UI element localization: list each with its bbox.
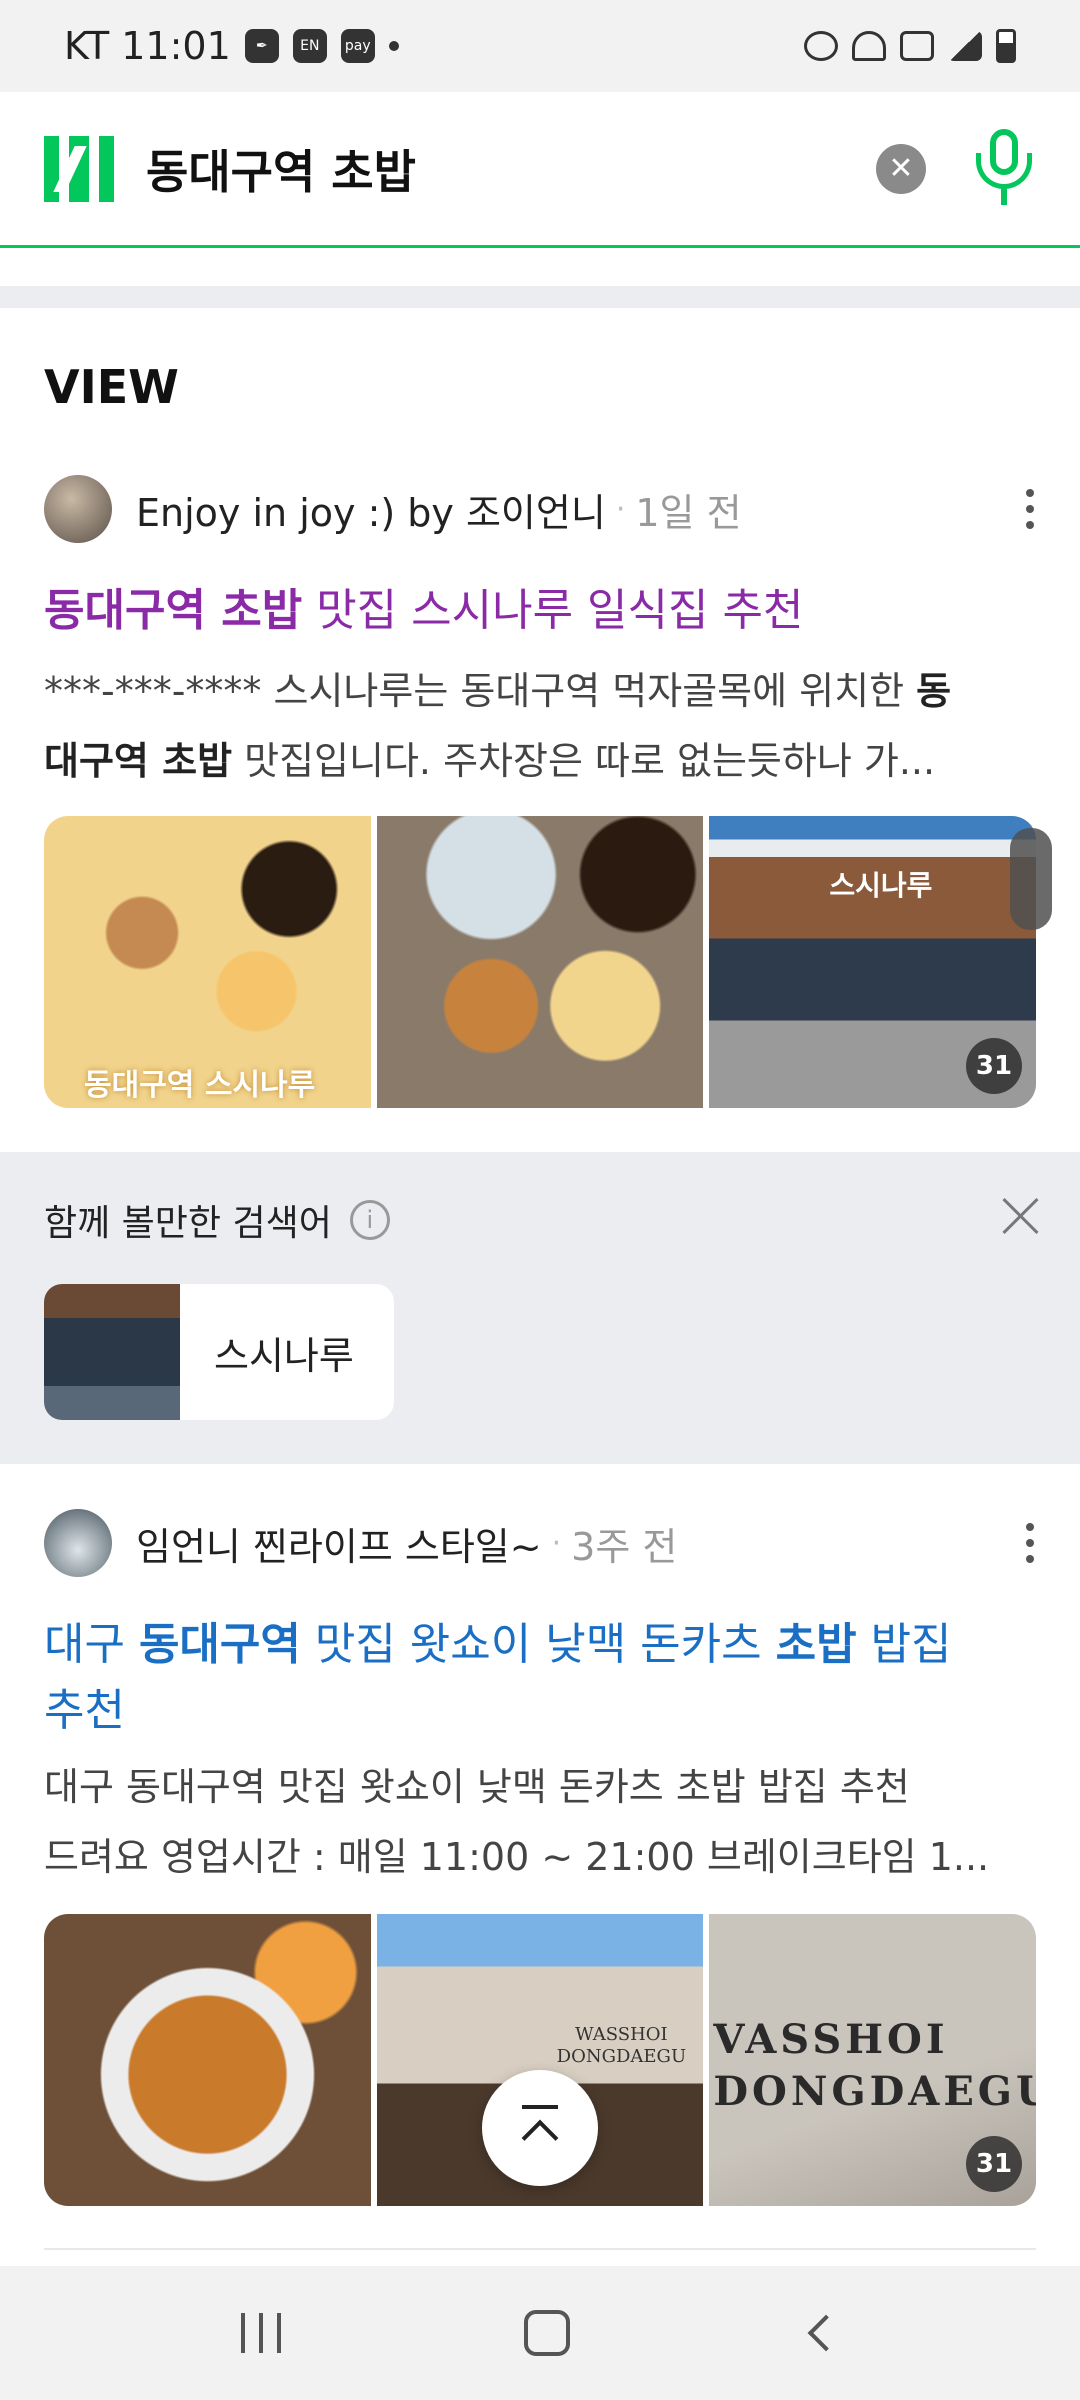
scroll-top-icon: [522, 2105, 558, 2109]
image-count-badge: 31: [966, 2136, 1023, 2192]
search-input[interactable]: 동대구역 초밥: [146, 136, 416, 202]
post-snippet[interactable]: ***-***-**** 스시나루는 동대구역 먹자골목에 위치한 동 대구역 …: [44, 656, 1036, 796]
system-nav-bar: [0, 2266, 1080, 2400]
status-left: KT 11:01 ✒ EN pay: [64, 24, 399, 68]
post-time: 3주 전: [571, 1524, 678, 1569]
close-icon[interactable]: [1000, 1196, 1040, 1236]
related-searches: 함께 볼만한 검색어 i 스시나루: [0, 1152, 1080, 1464]
post-thumbnail[interactable]: 스시나루 31: [709, 816, 1036, 1108]
author-name[interactable]: 임언니 찐라이프 스타일~: [136, 1516, 542, 1571]
section-title: VIEW: [44, 360, 179, 414]
related-search-item[interactable]: 스시나루: [44, 1284, 394, 1420]
post-author-row[interactable]: 임언니 찐라이프 스타일~ · 3주 전: [44, 1508, 1036, 1578]
related-search-label: 스시나루: [214, 1333, 354, 1378]
notification-dot-icon: [388, 41, 399, 51]
author-name[interactable]: Enjoy in joy :) by 조이언니: [136, 482, 606, 537]
related-title: 함께 볼만한 검색어 i: [44, 1194, 390, 1246]
status-bar: KT 11:01 ✒ EN pay: [0, 0, 1080, 92]
back-icon[interactable]: [807, 2314, 845, 2352]
wifi-icon: [852, 31, 886, 61]
more-options-icon[interactable]: [1024, 489, 1036, 529]
post-thumbnail[interactable]: [44, 1914, 371, 2206]
en-icon: EN: [292, 29, 327, 63]
divider: [44, 2248, 1036, 2250]
battery-icon: [996, 29, 1016, 63]
section-separator: [0, 286, 1080, 308]
pay-icon: pay: [340, 29, 375, 63]
voice-search-button[interactable]: [972, 128, 1036, 209]
image-count-badge: 31: [966, 1038, 1023, 1094]
clear-search-button[interactable]: ✕: [876, 143, 926, 194]
home-icon[interactable]: [523, 2310, 570, 2356]
avatar[interactable]: [44, 475, 112, 543]
thumbnail-caption: 동대구역 스시나루: [84, 1068, 316, 1103]
post-thumbnail[interactable]: [376, 816, 704, 1108]
info-icon[interactable]: i: [349, 1200, 390, 1240]
alarm-icon: [804, 31, 838, 61]
search-bar: 동대구역 초밥 ✕: [0, 92, 1080, 248]
scroll-to-top-button[interactable]: [482, 2070, 598, 2186]
naver-logo[interactable]: [44, 135, 114, 202]
hd-icon: [900, 31, 934, 61]
carrier-time: KT 11:01: [64, 24, 231, 68]
post-image-strip[interactable]: 동대구역 스시나루 스시나루 31: [44, 816, 1036, 1108]
post-thumbnail[interactable]: VASSHOI DONGDAEGU 31: [709, 1914, 1036, 2206]
post-time: 1일 전: [635, 490, 742, 535]
avatar[interactable]: [44, 1509, 112, 1577]
store-sign: WASSHOI DONGDAEGU: [556, 2024, 687, 2067]
store-sign: 스시나루: [829, 869, 933, 902]
status-right: [804, 29, 1016, 63]
post-title[interactable]: 대구 동대구역 맛집 왓쇼이 낮맥 돈카츠 초밥 밥집 추천: [44, 1612, 1044, 1744]
feather-icon: ✒: [244, 29, 279, 63]
post-author-row[interactable]: Enjoy in joy :) by 조이언니 · 1일 전: [44, 474, 1036, 544]
more-options-icon[interactable]: [1024, 1523, 1036, 1563]
recent-apps-icon[interactable]: [241, 2313, 282, 2353]
post-thumbnail[interactable]: 동대구역 스시나루: [44, 816, 371, 1108]
scroll-handle[interactable]: [1010, 828, 1052, 930]
store-sign: VASSHOI DONGDAEGU: [713, 2016, 1036, 2115]
post-title[interactable]: 동대구역 초밥 맛집 스시나루 일식집 추천: [44, 578, 1044, 644]
divider: [0, 250, 1080, 286]
related-thumbnail: [44, 1284, 180, 1420]
signal-icon: [948, 31, 982, 61]
post-snippet[interactable]: 대구 동대구역 맛집 왓쇼이 낮맥 돈카츠 초밥 밥집 추천 드려요 영업시간 …: [44, 1752, 1036, 1892]
